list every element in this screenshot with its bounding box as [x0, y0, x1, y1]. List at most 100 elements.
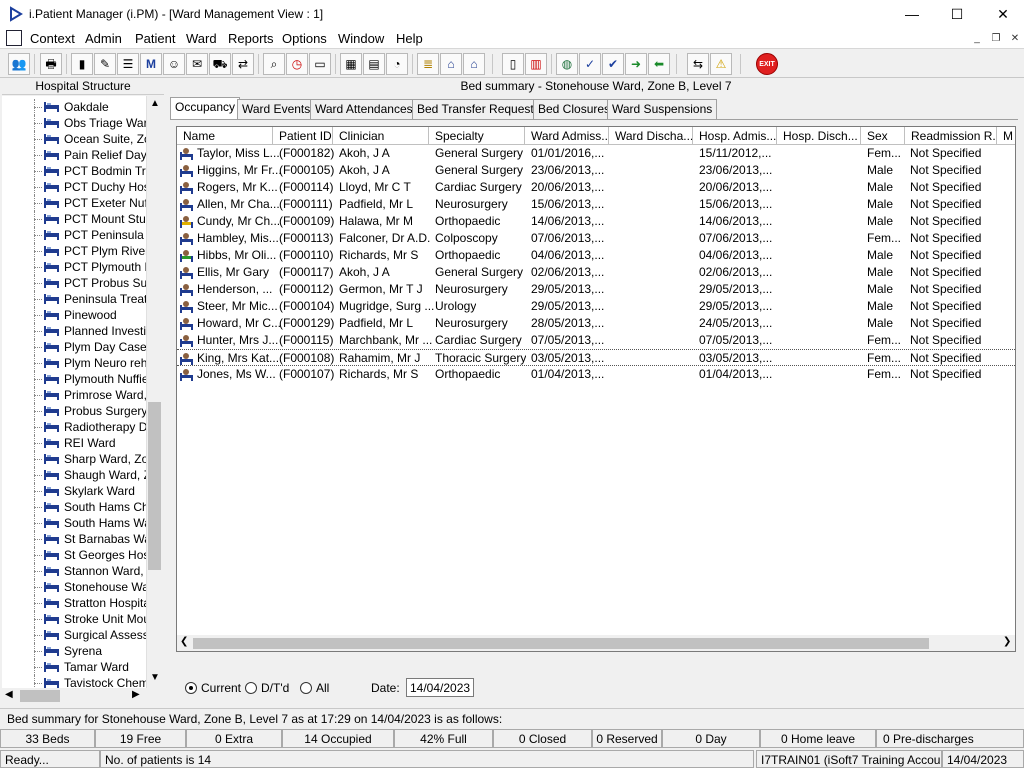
exit-icon[interactable]: EXIT [756, 53, 778, 75]
tree-item[interactable]: Primrose Ward, Z [2, 387, 146, 403]
column-header-hosp-discharge[interactable]: Hosp. Disch... [777, 127, 861, 145]
column-header-hosp-admission[interactable]: Hosp. Admis... [693, 127, 777, 145]
tree-item[interactable]: REI Ward [2, 435, 146, 451]
radio-all[interactable] [300, 682, 312, 694]
tree-item[interactable]: Stonehouse Ward [2, 579, 146, 595]
tree-item[interactable]: Stratton Hospital [2, 595, 146, 611]
tree-item[interactable]: Pinewood [2, 307, 146, 323]
tree-item[interactable]: Shaugh Ward, Zo [2, 467, 146, 483]
tree-item[interactable]: Tavistock Chemo [2, 675, 146, 688]
scroll-down-icon[interactable]: ▼ [150, 672, 160, 683]
column-header-specialty[interactable]: Specialty [429, 127, 525, 145]
tab-bed-transfer-requests[interactable]: Bed Transfer Requests [412, 99, 545, 119]
tree-item[interactable]: Syrena [2, 643, 146, 659]
table-row[interactable]: Hunter, Mrs J... (F000115) Marchbank, Mr .… [177, 332, 1015, 349]
tree-item[interactable]: South Hams Cher [2, 499, 146, 515]
transfer-icon[interactable]: ⇄ [232, 53, 254, 75]
page-icon[interactable]: ▯ [502, 53, 524, 75]
table-row[interactable]: Steer, Mr Mic... (F000104) Mugridge, Surg … [177, 298, 1015, 315]
tree-item[interactable]: Obs Triage Ward [2, 115, 146, 131]
menu-ward[interactable]: Ward [186, 31, 217, 46]
monitor-icon[interactable]: ▭ [309, 53, 331, 75]
table-row[interactable]: Cundy, Mr Ch... (F000109) Halawa, Mr M Orth… [177, 213, 1015, 230]
globe-icon[interactable]: ◍ [556, 53, 578, 75]
bar-chart-icon[interactable]: ▥ [525, 53, 547, 75]
table-row[interactable]: Howard, Mr C... (F000129) Padfield, Mr L Ne… [177, 315, 1015, 332]
mdi-restore-button[interactable]: ❐ [989, 32, 1003, 44]
menu-context[interactable]: Context [30, 31, 75, 46]
menu-patient[interactable]: Patient [135, 31, 175, 46]
table-row[interactable]: Taylor, Miss L... (F000182) Akoh, J A Gener… [177, 145, 1015, 162]
timer-icon[interactable]: ◔ [386, 53, 408, 75]
menu-admin[interactable]: Admin [85, 31, 122, 46]
ambulance-icon[interactable]: ⛟ [209, 53, 231, 75]
search-icon[interactable]: ⌕ [263, 53, 285, 75]
tab-ward-attendances[interactable]: Ward Attendances [310, 99, 418, 119]
m-icon[interactable]: M [140, 53, 162, 75]
tree-item[interactable]: Surgical Assessm [2, 627, 146, 643]
table-scroll-right-icon[interactable]: ❯ [1003, 636, 1011, 647]
radio-current-label[interactable]: Current [201, 681, 241, 695]
table-row[interactable]: Higgins, Mr Fr... (F000105) Akoh, J A Gener… [177, 162, 1015, 179]
table-row[interactable]: Hambley, Mis... (F000113) Falconer, Dr A.D… [177, 230, 1015, 247]
tree-item[interactable]: PCT Bodmin Trea [2, 163, 146, 179]
person-icon[interactable]: ☺ [163, 53, 185, 75]
tree-item[interactable]: Pain Relief Day C [2, 147, 146, 163]
radio-dtd[interactable] [245, 682, 257, 694]
scroll-right-icon[interactable]: ▶ [132, 689, 140, 700]
tree-item[interactable]: Stroke Unit Mour [2, 611, 146, 627]
scroll-left-icon[interactable]: ◀ [5, 689, 13, 700]
chart-icon[interactable]: ▦ [340, 53, 362, 75]
column-header-ward-admission[interactable]: Ward Admiss... [525, 127, 609, 145]
tree-item[interactable]: Planned Investig [2, 323, 146, 339]
table-row[interactable]: Rogers, Mr K... (F000114) Lloyd, Mr C T Car… [177, 179, 1015, 196]
warning-icon[interactable]: ⚠ [710, 53, 732, 75]
tree-hscroll-thumb[interactable] [20, 690, 60, 702]
check-icon[interactable]: ✓ [579, 53, 601, 75]
tree-item[interactable]: Stannon Ward, Z [2, 563, 146, 579]
tree-item[interactable]: South Hams War [2, 515, 146, 531]
tree-item[interactable]: Sharp Ward, Zon [2, 451, 146, 467]
check-alt-icon[interactable]: ✔ [602, 53, 624, 75]
menu-window[interactable]: Window [338, 31, 384, 46]
column-header-ward-discharge[interactable]: Ward Discha... [609, 127, 693, 145]
tree-item[interactable]: PCT Plymouth Nu [2, 259, 146, 275]
document-window-icon[interactable] [6, 30, 22, 46]
clock-icon[interactable]: ◷ [286, 53, 308, 75]
tab-occupancy[interactable]: Occupancy [170, 97, 241, 120]
tree-item[interactable]: PCT Exeter Nuffie [2, 195, 146, 211]
column-header-readmission[interactable]: Readmission R... [905, 127, 997, 145]
column-header-sex[interactable]: Sex [861, 127, 905, 145]
table-row[interactable]: Jones, Ms W... (F000107) Richards, Mr S Ort… [177, 366, 1015, 383]
print-icon[interactable]: 🖶 [40, 53, 62, 75]
menu-reports[interactable]: Reports [228, 31, 274, 46]
book-icon[interactable]: ▮ [71, 53, 93, 75]
tree-item[interactable]: PCT Plym River F [2, 243, 146, 259]
table-row[interactable]: Hibbs, Mr Oli... (F000110) Richards, Mr S O… [177, 247, 1015, 264]
hospital-structure-tree[interactable]: Oakdale Obs Triage Ward Ocean Suite, Zor Pa… [2, 96, 146, 688]
radio-dtd-label[interactable]: D/T'd [261, 681, 289, 695]
table-row[interactable]: Henderson, ... (F000112) Germon, Mr T J Neu… [177, 281, 1015, 298]
column-header-name[interactable]: Name [177, 127, 273, 145]
table-row[interactable]: King, Mrs Kat... (F000108) Rahamim, Mr J Th… [177, 349, 1015, 366]
column-header-m[interactable]: M [997, 127, 1015, 145]
tab-ward-suspensions[interactable]: Ward Suspensions [607, 99, 718, 119]
tab-bed-closures[interactable]: Bed Closures [533, 99, 616, 119]
column-header-patient-id[interactable]: Patient ID [273, 127, 333, 145]
tree-item[interactable]: St Barnabas War [2, 531, 146, 547]
close-button[interactable]: ✕ [980, 0, 1024, 28]
menu-options[interactable]: Options [282, 31, 327, 46]
maximize-button[interactable]: ☐ [934, 0, 980, 28]
notes-icon[interactable]: ≣ [417, 53, 439, 75]
edit-icon[interactable]: ✎ [94, 53, 116, 75]
tree-item[interactable]: PCT Probus Surg [2, 275, 146, 291]
tree-item[interactable]: Peninsula Treatm [2, 291, 146, 307]
tree-item[interactable]: Probus Surgery V [2, 403, 146, 419]
mdi-close-button[interactable]: ✕ [1008, 32, 1022, 44]
document-icon[interactable]: ▤ [363, 53, 385, 75]
swap-icon[interactable]: ⇆ [687, 53, 709, 75]
tree-item[interactable]: St Georges Hosp [2, 547, 146, 563]
table-row[interactable]: Ellis, Mr Gary (F000117) Akoh, J A General … [177, 264, 1015, 281]
green-arrow-icon[interactable]: ➜ [625, 53, 647, 75]
menu-help[interactable]: Help [396, 31, 423, 46]
